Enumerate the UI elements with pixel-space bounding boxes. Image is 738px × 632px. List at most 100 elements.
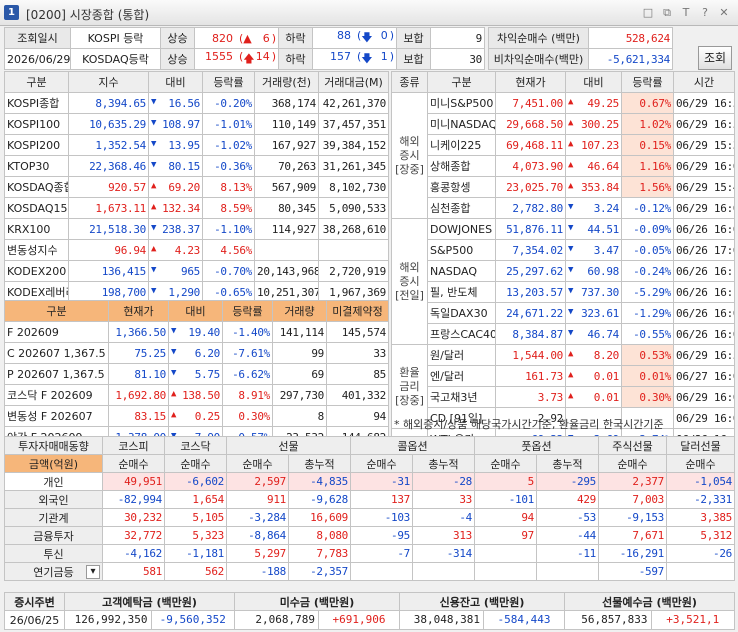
world-row[interactable]: 엔/달러161.730.010.01%06/27 16:00 xyxy=(392,365,735,387)
help-icon[interactable]: ? xyxy=(697,5,713,21)
index-row[interactable]: KOSPI10010,635.29108.97-1.01%110,14937,4… xyxy=(4,113,389,135)
index-row[interactable]: KOSDAQ종합920.5769.208.13%567,9098,102,730 xyxy=(4,176,389,198)
investor-sub-header: 순매수 xyxy=(350,454,413,473)
world-rate: 0.53% xyxy=(621,344,674,366)
restore-icon[interactable]: □ xyxy=(640,5,656,21)
world-rate: 1.02% xyxy=(621,113,674,135)
world-time: 06/29 16:09 xyxy=(673,197,735,219)
investor-sub-header: 총누적 xyxy=(412,454,475,473)
investor-value: 581 xyxy=(102,562,165,581)
world-rate: -0.09% xyxy=(621,218,674,240)
funds-value: 126,992,350 -9,560,352 xyxy=(64,610,235,630)
font-icon[interactable]: T xyxy=(678,5,694,21)
futures-volume: 69 xyxy=(272,363,327,385)
investor-group-header: 주식선물 xyxy=(598,436,667,455)
index-row[interactable]: KODEX200136,415965-0.70%20,143,9682,720,… xyxy=(4,260,389,282)
futures-oi: 401,332 xyxy=(326,384,389,406)
index-row[interactable]: KRX10021,518.30238.37-1.10%114,92738,268… xyxy=(4,218,389,240)
funds-header: 신용잔고 (백만원) xyxy=(399,592,565,611)
world-row[interactable]: 해외 증시 [전일]DOWJONES51,876.1144.51-0.09%06… xyxy=(391,218,735,345)
futures-row[interactable]: F 2026091,366.5019.40-1.40%141,114145,57… xyxy=(4,321,389,343)
investor-value: 7,783 xyxy=(288,544,351,563)
index-rate: -0.36% xyxy=(202,155,255,177)
index-table: 구분지수대비등락률거래량(천)거래대금(M) KOSPI종합8,394.6516… xyxy=(4,71,389,324)
world-row[interactable]: 국고채3년3.730.010.30%06/29 16:00 xyxy=(392,386,735,408)
world-change: 353.84 xyxy=(565,176,622,198)
world-row[interactable]: S&P5007,354.023.47-0.05%06/26 17:07 xyxy=(392,239,735,261)
index-rate: -1.01% xyxy=(202,113,255,135)
world-col-header: 종류 xyxy=(391,71,428,93)
world-row[interactable]: 미니NASDAQ29,668.50300.251.02%06/29 16:53 xyxy=(392,113,735,135)
up-label: 상승 xyxy=(160,27,195,49)
world-row[interactable]: 홍콩항셍23,025.70353.841.56%06/29 15:48 xyxy=(392,176,735,198)
funds-header: 선물예수금 (백만원) xyxy=(564,592,735,611)
investor-value: -103 xyxy=(350,508,413,527)
investor-value: -1,054 xyxy=(666,472,735,491)
futures-row[interactable]: P 202607 1,367.581.105.75-6.62%6985 xyxy=(4,363,389,385)
world-row[interactable]: 심천종합2,782.803.24-0.12%06/29 16:09 xyxy=(392,197,735,219)
world-col-header: 구분 xyxy=(427,71,496,93)
world-row[interactable]: 프랑스CAC408,384.8746.74-0.55%06/26 16:00 xyxy=(392,323,735,345)
world-col-header: 시간 xyxy=(673,71,735,93)
query-label: 조회일시 xyxy=(4,27,71,49)
world-name: DOWJONES xyxy=(427,218,496,240)
world-row[interactable]: 상해종합4,073.9046.641.16%06/29 16:09 xyxy=(392,155,735,177)
investor-value: 5,105 xyxy=(164,508,227,527)
summary-name: KOSDAQ등락 xyxy=(70,48,161,70)
investor-row[interactable]: 연기금등 ▾ 581 562 -188 -2,357 -597 xyxy=(4,562,735,581)
investor-row[interactable]: 기관계 30,232 5,105 -3,284 16,609 -103 -4 94 -53 -9,… xyxy=(4,508,735,527)
funds-amount: 126,992,350 xyxy=(66,611,152,629)
index-amount: 31,261,345 xyxy=(318,155,389,177)
copy-window-icon[interactable]: ⧉ xyxy=(659,5,675,21)
investor-row[interactable]: 외국인 -82,994 1,654 911 -9,628 137 33 -101 429 7,00… xyxy=(4,490,735,509)
investor-value: -4 xyxy=(412,508,475,527)
futures-row[interactable]: C 202607 1,367.575.256.20-7.61%9933 xyxy=(4,342,389,364)
futures-col-header: 구분 xyxy=(4,300,109,322)
world-row[interactable]: 독일DAX3024,671.22323.61-1.29%06/26 16:00 xyxy=(392,302,735,324)
investor-value: 5,312 xyxy=(666,526,735,545)
index-change: 4.23 xyxy=(148,239,203,261)
futures-row[interactable]: 변동성 F 20260783.150.250.30%894 xyxy=(4,405,389,427)
window-number-badge: 1 xyxy=(4,5,19,20)
investor-value: 5,297 xyxy=(226,544,289,563)
futures-col-header: 등락률 xyxy=(222,300,273,322)
investor-value: -82,994 xyxy=(102,490,165,509)
index-change: 16.56 xyxy=(148,92,203,114)
investor-row[interactable]: 금융투자 32,772 5,323 -8,864 8,080 -95 313 97 -44 7,6… xyxy=(4,526,735,545)
world-change: 323.61 xyxy=(565,302,622,324)
close-icon[interactable]: ✕ xyxy=(716,5,732,21)
world-price: 13,203.57 xyxy=(495,281,566,303)
investor-value xyxy=(350,562,413,581)
index-row[interactable]: KOSDAQ1501,673.11132.348.59%80,3455,090,… xyxy=(4,197,389,219)
world-row[interactable]: 필, 반도체13,203.57737.30-5.29%06/26 16:15 xyxy=(392,281,735,303)
world-row[interactable]: 니케이22569,468.11107.230.15%06/29 15:30 xyxy=(392,134,735,156)
index-change: 238.37 xyxy=(148,218,203,240)
index-volume: 368,174 xyxy=(254,92,319,114)
index-row[interactable]: KTOP3022,368.4680.15-0.36%70,26331,261,3… xyxy=(4,155,389,177)
query-date: 2026/06/29 xyxy=(4,48,71,70)
index-row[interactable]: KOSPI종합8,394.6516.56-0.20%368,17442,261,… xyxy=(4,92,389,114)
investor-value: -295 xyxy=(536,472,599,491)
dropdown-icon[interactable]: ▾ xyxy=(86,565,100,579)
world-row[interactable]: 해외 증시 [장중]미니S&P5007,451.0049.250.67%06/2… xyxy=(391,92,735,219)
futures-volume: 141,114 xyxy=(272,321,327,343)
index-value: 136,415 xyxy=(68,260,149,282)
index-row[interactable]: KOSPI2001,352.5413.95-1.02%167,92739,384… xyxy=(4,134,389,156)
investor-group-header: 코스닥 xyxy=(164,436,227,455)
index-row[interactable]: 변동성지수96.944.234.56% xyxy=(4,239,389,261)
world-name: 미니NASDAQ xyxy=(427,113,496,135)
query-button[interactable]: 조회 xyxy=(698,46,732,70)
world-row[interactable]: NASDAQ25,297.6260.98-0.24%06/26 16:15 xyxy=(392,260,735,282)
futures-rate: -6.62% xyxy=(222,363,273,385)
world-rate: 0.01% xyxy=(621,365,674,387)
investor-row[interactable]: 개인 49,951 -6,602 2,597 -4,835 -31 -28 5 -295 2,37… xyxy=(4,472,735,491)
investor-row[interactable]: 투신 -4,162 -1,181 5,297 7,783 -7 -314 -11 -16,291… xyxy=(4,544,735,563)
futures-change: 0.25 xyxy=(168,405,223,427)
world-time: 06/29 16:53 xyxy=(673,113,735,135)
world-change: 49.25 xyxy=(565,92,622,114)
investor-value: 7,003 xyxy=(598,490,667,509)
futures-row[interactable]: 코스닥 F 2026091,692.80138.508.91%297,73040… xyxy=(4,384,389,406)
world-rate: -0.12% xyxy=(621,197,674,219)
world-row[interactable]: 환율 금리 [장중]원/달러1,544.008.200.53%06/29 16:… xyxy=(391,344,735,429)
investor-value: -2,357 xyxy=(288,562,351,581)
